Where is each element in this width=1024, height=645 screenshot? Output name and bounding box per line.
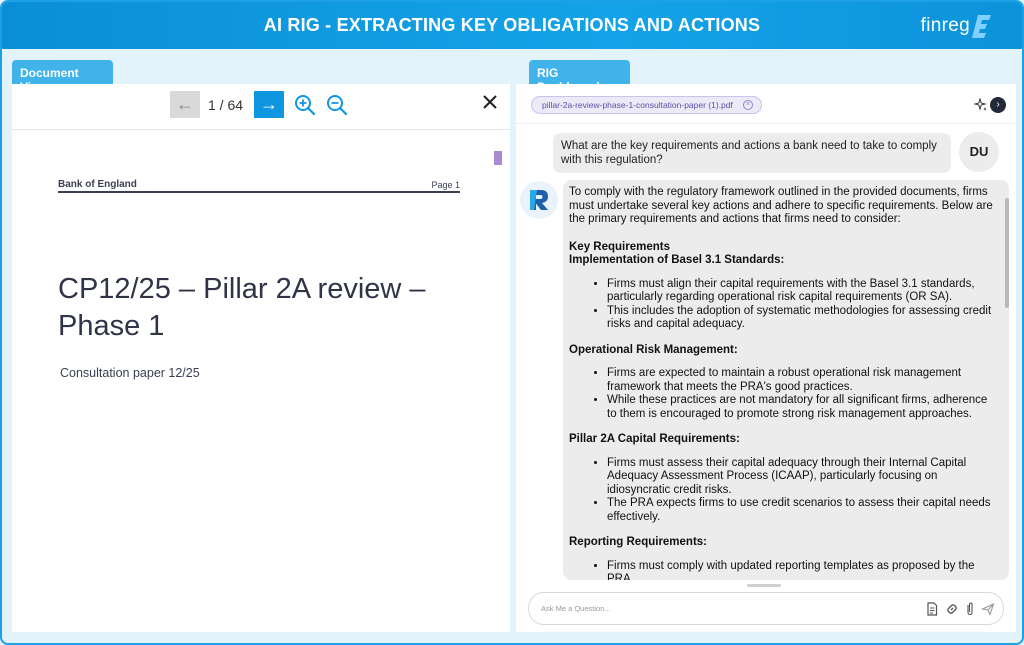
ask-input[interactable]: Ask Me a Question...: [528, 592, 1004, 625]
user-question: What are the key requirements and action…: [553, 133, 951, 173]
rig-panel: pillar-2a-review-phase-1-consultation-pa…: [516, 84, 1016, 632]
list-item: Firms must assess their capital adequacy…: [607, 457, 999, 498]
viewer-toolbar: ← 1 / 64 →: [12, 84, 510, 130]
chip-close-icon[interactable]: ×: [742, 100, 753, 110]
user-avatar: DU: [959, 132, 999, 172]
section-list: Firms must assess their capital adequacy…: [607, 457, 999, 525]
link-icon[interactable]: [945, 602, 959, 616]
section-list: Firms must comply with updated reporting…: [607, 560, 999, 581]
section-list: Firms must align their capital requireme…: [607, 278, 999, 332]
list-item: The PRA expects firms to use credit scen…: [607, 497, 999, 524]
previous-page-button[interactable]: ←: [170, 91, 200, 118]
answer-scrollbar[interactable]: [1005, 198, 1009, 308]
document-icon[interactable]: [925, 602, 939, 616]
list-item: While these practices are not mandatory …: [607, 394, 999, 421]
file-chip-label: pillar-2a-review-phase-1-consultation-pa…: [542, 100, 733, 110]
finreg-logo: finreg: [921, 11, 992, 41]
answer-intro: To comply with the regulatory framework …: [569, 186, 993, 225]
list-item: This includes the adoption of systematic…: [607, 305, 999, 332]
zoom-out-icon[interactable]: [326, 94, 348, 116]
rig-logo-icon: [520, 181, 558, 219]
section-title: Reporting Requirements:: [569, 536, 708, 548]
next-page-button[interactable]: →: [254, 91, 284, 118]
list-item: Firms must align their capital requireme…: [607, 278, 999, 305]
send-icon[interactable]: [981, 602, 995, 616]
rig-toolbar: pillar-2a-review-phase-1-consultation-pa…: [516, 84, 1016, 124]
resize-handle[interactable]: [747, 584, 781, 587]
app-frame: AI RIG - EXTRACTING KEY OBLIGATIONS AND …: [0, 0, 1024, 645]
zoom-in-icon[interactable]: [294, 94, 316, 116]
pdf-header: Bank of England Page 1: [58, 179, 460, 193]
list-item: Firms are expected to maintain a robust …: [607, 367, 999, 394]
app-title: AI RIG - EXTRACTING KEY OBLIGATIONS AND …: [263, 15, 761, 35]
page-scroll-marker[interactable]: [494, 151, 502, 165]
assistant-answer: To comply with the regulatory framework …: [563, 180, 1009, 580]
rig-r-icon: [530, 190, 548, 210]
pdf-org-name: Bank of England: [58, 179, 137, 190]
file-chip[interactable]: pillar-2a-review-phase-1-consultation-pa…: [531, 96, 762, 114]
sparkle-icon[interactable]: [974, 98, 988, 112]
list-item: Firms must comply with updated reporting…: [607, 560, 999, 581]
ask-placeholder: Ask Me a Question...: [541, 604, 611, 613]
logo-word: finreg: [920, 15, 970, 36]
section-title: Operational Risk Management:: [569, 343, 738, 356]
page-indicator: 1 / 64: [208, 97, 244, 113]
header-bar: AI RIG - EXTRACTING KEY OBLIGATIONS AND …: [2, 2, 1022, 49]
answer-heading: Key Requirements: [569, 240, 670, 253]
pdf-page-label: Page 1: [431, 180, 460, 190]
pdf-page: Bank of England Page 1 CP12/25 – Pillar …: [12, 131, 510, 632]
tab-document-view[interactable]: Document View: [12, 60, 113, 94]
close-icon[interactable]: [480, 92, 500, 112]
logo-e-icon: [972, 15, 991, 38]
document-panel: ← 1 / 64 → Bank of England Page 1 CP12/2…: [12, 84, 510, 632]
paperclip-icon[interactable]: [963, 602, 977, 616]
pdf-subtitle: Consultation paper 12/25: [60, 366, 200, 380]
pdf-title: CP12/25 – Pillar 2A review – Phase 1: [58, 273, 426, 342]
section-title: Pillar 2A Capital Requirements:: [569, 433, 740, 445]
section-list: Firms are expected to maintain a robust …: [607, 367, 999, 421]
section-title: Implementation of Basel 3.1 Standards:: [569, 254, 785, 266]
tab-rig-dashboard[interactable]: RIG Dashboard: [529, 60, 630, 94]
arrow-right-circle-icon[interactable]: ›: [990, 97, 1006, 113]
